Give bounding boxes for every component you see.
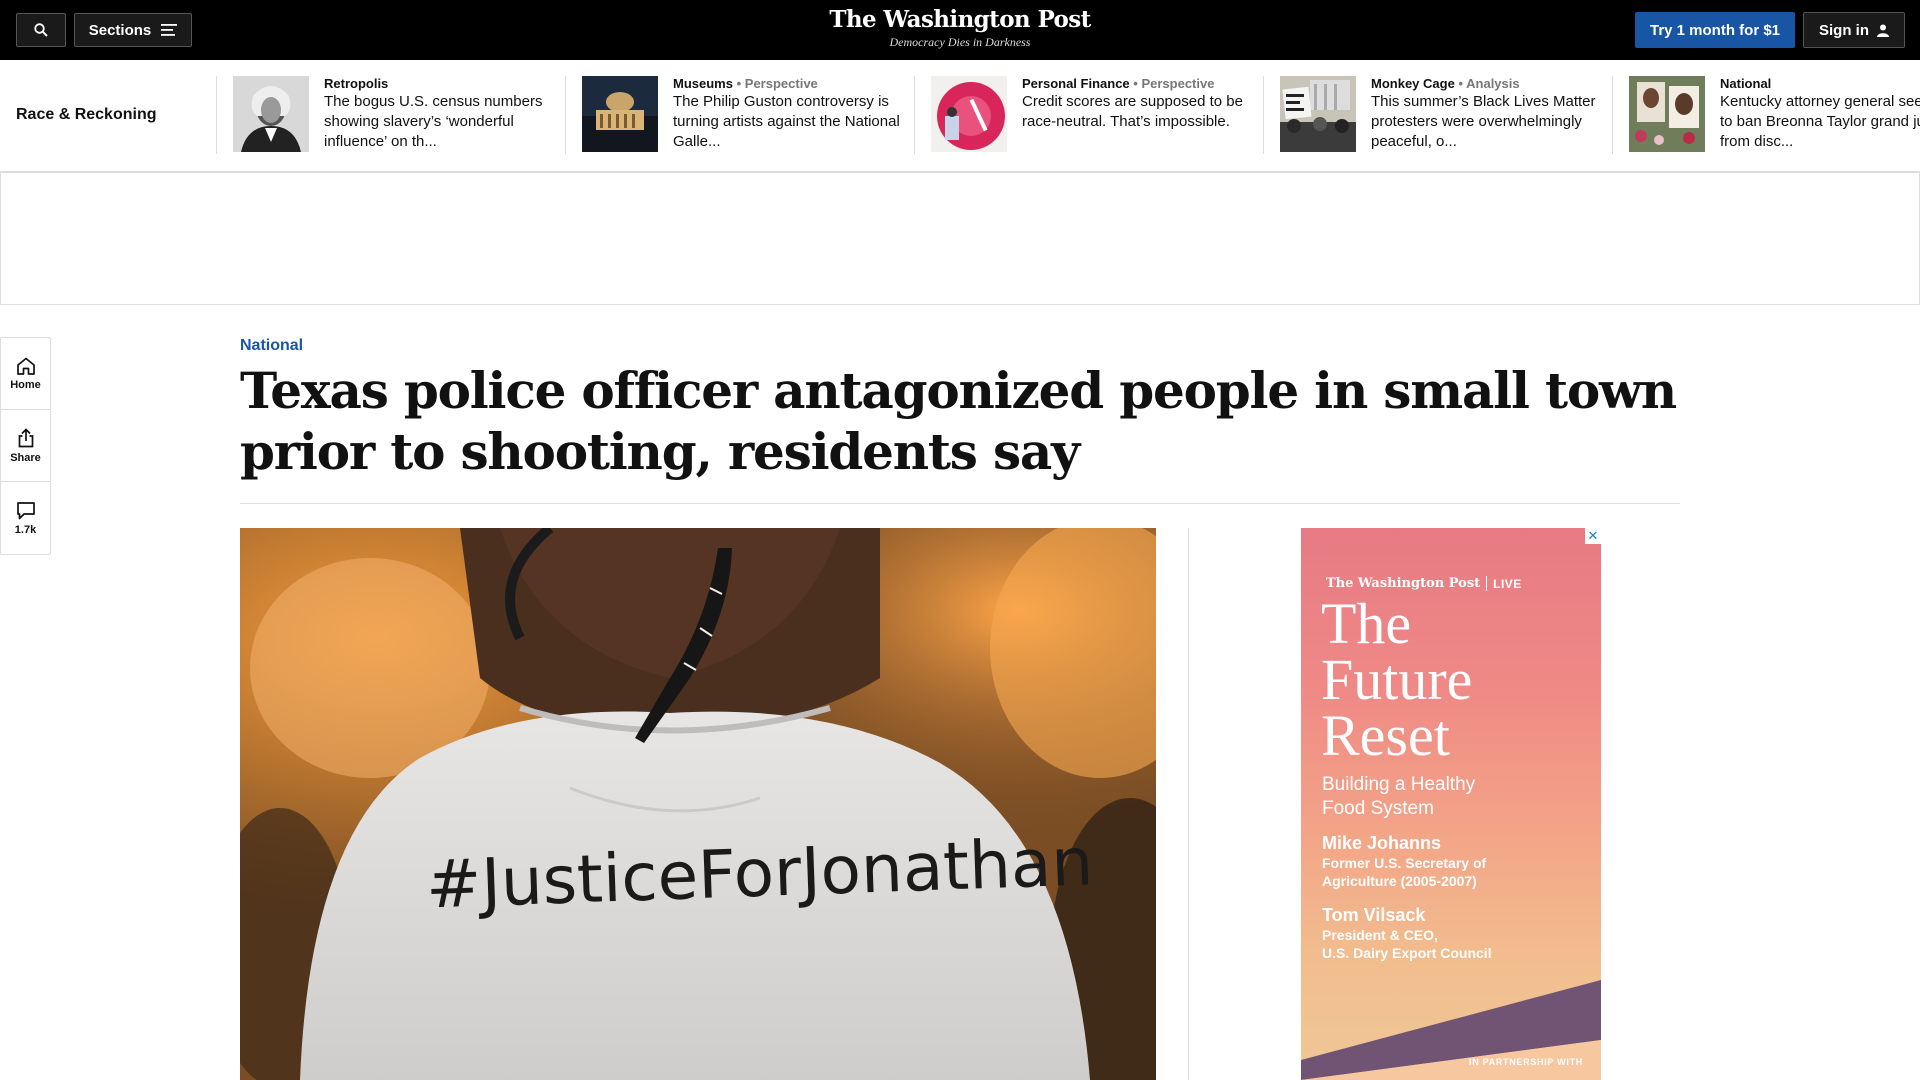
brand-tagline: Democracy Dies in Darkness xyxy=(889,35,1031,49)
related-cards: Retropolis The bogus U.S. census numbers… xyxy=(216,76,1920,154)
subscribe-button[interactable]: Try 1 month for $1 xyxy=(1635,12,1795,48)
card-kicker: National xyxy=(1720,76,1772,91)
card-headline: The bogus U.S. census numbers showing sl… xyxy=(324,93,543,150)
hero-photo-image: #JusticeForJonathan xyxy=(240,528,1156,1080)
card-headline: Credit scores are supposed to be race-ne… xyxy=(1022,93,1243,130)
sign-in-button[interactable]: Sign in xyxy=(1803,12,1905,48)
card-thumbnail-protest xyxy=(1280,76,1356,152)
hero-photo[interactable]: #JusticeForJonathan xyxy=(240,528,1156,1080)
card-headline: Kentucky attorney general seeks to ban B… xyxy=(1720,93,1920,150)
related-card[interactable]: Museums • Perspective The Philip Guston … xyxy=(565,76,914,154)
ad-speaker: Mike Johanns Former U.S. Secretary of Ag… xyxy=(1322,833,1487,889)
card-thumbnail-portrait xyxy=(233,76,309,152)
card-kicker: Retropolis xyxy=(324,76,389,91)
masthead: The Washington Post Democracy Dies in Da… xyxy=(0,6,1920,50)
related-stories-strip: Race & Reckoning Retropolis The bogus U.… xyxy=(0,60,1920,172)
card-thumbnail-memorial xyxy=(1629,76,1705,152)
home-label: Home xyxy=(10,378,41,391)
sidebar-ad[interactable]: ✕ The Washington Post LIVE The Future Re… xyxy=(1301,528,1601,1080)
comment-icon xyxy=(16,501,35,519)
close-icon[interactable]: ✕ xyxy=(1585,528,1601,544)
home-button[interactable]: Home xyxy=(1,338,50,410)
ad-subtitle: Building a Healthy Food System xyxy=(1322,774,1476,819)
comments-count: 1.7k xyxy=(14,523,37,536)
card-thumbnail-credit xyxy=(931,76,1007,152)
ad-brand: The Washington Post LIVE xyxy=(1326,576,1522,591)
home-icon xyxy=(16,357,35,375)
ad-partner-label: IN PARTNERSHIP WITH xyxy=(1469,1057,1583,1067)
left-rail: Home Share 1.7k xyxy=(0,337,51,555)
card-thumbnail-museum xyxy=(582,76,658,152)
user-icon xyxy=(1877,24,1889,37)
card-kicker: Museums • Perspective xyxy=(673,76,818,91)
related-card[interactable]: National Kentucky attorney general seeks… xyxy=(1612,76,1920,154)
card-headline: This summer’s Black Lives Matter protest… xyxy=(1371,93,1596,150)
ad-title: The Future Reset xyxy=(1321,591,1473,768)
share-button[interactable]: Share xyxy=(1,410,50,482)
top-bar: Sections The Washington Post Democracy D… xyxy=(0,0,1920,60)
article-headline: Texas police officer antagonized people … xyxy=(240,361,1677,481)
share-icon xyxy=(18,427,33,447)
related-card[interactable]: Personal Finance • Perspective Credit sc… xyxy=(914,76,1263,154)
card-headline: The Philip Guston controversy is turning… xyxy=(673,93,900,150)
share-label: Share xyxy=(10,451,41,464)
card-kicker: Personal Finance • Perspective xyxy=(1022,76,1215,91)
headline-divider xyxy=(240,503,1680,504)
column-divider xyxy=(1188,528,1189,1080)
leaderboard-ad-slot xyxy=(0,172,1920,305)
brand-logo[interactable]: The Washington Post xyxy=(0,6,1920,33)
card-kicker: Monkey Cage • Analysis xyxy=(1371,76,1520,91)
related-card[interactable]: Retropolis The bogus U.S. census numbers… xyxy=(216,76,565,154)
section-label[interactable]: National xyxy=(240,337,303,355)
comments-button[interactable]: 1.7k xyxy=(1,482,50,554)
strip-title[interactable]: Race & Reckoning xyxy=(16,106,156,124)
ad-speaker: Tom Vilsack President & CEO, U.S. Dairy … xyxy=(1322,905,1492,961)
sign-in-label: Sign in xyxy=(1819,21,1869,39)
related-card[interactable]: Monkey Cage • Analysis This summer’s Bla… xyxy=(1263,76,1612,154)
